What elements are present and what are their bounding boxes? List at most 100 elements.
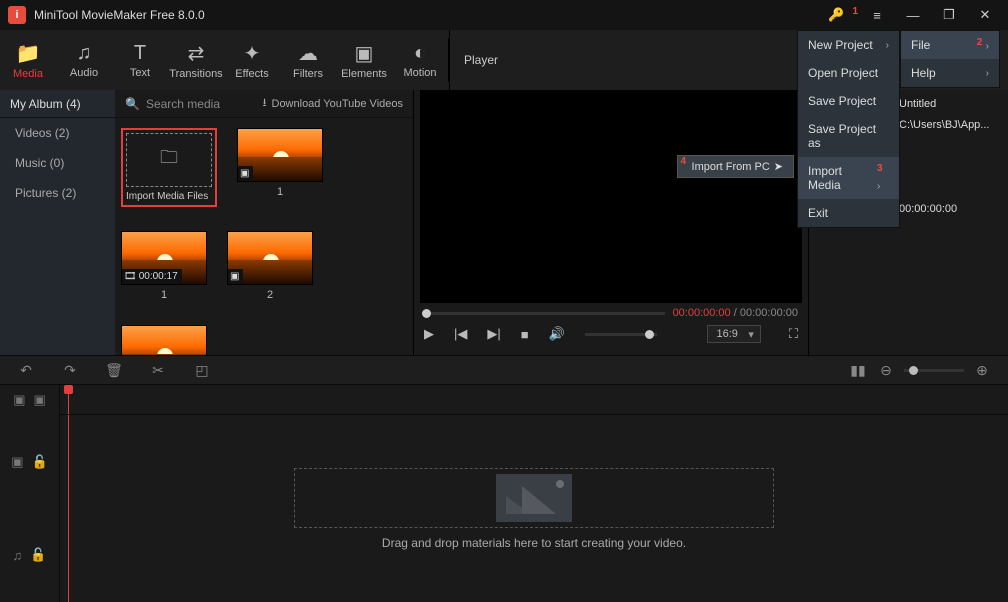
chevron-right-icon: › [986, 68, 989, 79]
unlock2-icon[interactable]: 🔓 [30, 547, 46, 563]
filters-icon: ☁ [298, 41, 318, 66]
redo-button[interactable]: ↷ [60, 362, 80, 379]
menu-save-project-as[interactable]: Save Project as [798, 115, 899, 157]
thumb-label: 1 [277, 186, 283, 198]
zoom-in-button[interactable]: ⊕ [972, 362, 992, 379]
unlock-icon[interactable]: 🔓 [32, 454, 48, 470]
info-path: C:\Users\BJ\App... [899, 119, 998, 131]
next-frame-button[interactable]: ▶| [487, 326, 500, 342]
menu-file[interactable]: File2 › [901, 31, 999, 59]
time-current: 00:00:00:00 [673, 307, 731, 319]
tab-label: Audio [70, 67, 98, 79]
search-placeholder: Search media [146, 97, 220, 111]
maximize-button[interactable]: ❐ [932, 1, 966, 29]
zoom-slider[interactable] [904, 369, 964, 372]
minimize-button[interactable]: — [896, 1, 930, 29]
key-icon[interactable]: 🔑 [828, 7, 844, 23]
thumb-duration: 00:00:17 [139, 271, 178, 282]
tab-label: Elements [341, 68, 387, 80]
effects-icon: ✦ [244, 41, 261, 66]
app-icon: i [8, 6, 26, 24]
media-thumb[interactable]: ▣ 1 [237, 128, 323, 207]
stop-button[interactable]: ■ [521, 327, 529, 342]
tab-audio[interactable]: ♫ Audio [56, 30, 112, 90]
hamburger-menu-button[interactable]: ≡ [860, 1, 894, 29]
tab-label: Effects [235, 68, 268, 80]
track-toggle2-icon[interactable]: ▣ [34, 392, 46, 408]
delete-button[interactable]: 🗑 [104, 362, 124, 379]
sidebar-item-music[interactable]: Music (0) [0, 148, 115, 178]
chevron-right-icon: › [886, 40, 889, 51]
tab-transitions[interactable]: ⇄ Transitions [168, 30, 224, 90]
tab-text[interactable]: T Text [112, 30, 168, 90]
media-thumb[interactable]: ▣ 2 [227, 231, 313, 301]
download-youtube-button[interactable]: ⭳ Download YouTube Videos [263, 94, 403, 113]
menu-new-project[interactable]: New Project› [798, 31, 899, 59]
media-thumb[interactable]: 🎞00:00:35 2 [121, 325, 207, 355]
sidebar-item-videos[interactable]: Videos (2) [0, 118, 115, 148]
download-icon: ⭳ [263, 94, 267, 113]
tab-label: Transitions [169, 68, 222, 80]
download-label: Download YouTube Videos [272, 98, 404, 110]
close-button[interactable]: ✕ [968, 1, 1002, 29]
folder-icon: 📁 [16, 41, 41, 66]
note-icon: ♫ [77, 42, 92, 65]
play-button[interactable]: ▶ [424, 326, 434, 342]
tab-motion[interactable]: ◐Motion [392, 30, 448, 90]
image-icon: ▣ [240, 168, 249, 179]
thumb-label: 2 [267, 289, 273, 301]
file-menu-dropdown: File2 › Help› [900, 30, 1000, 88]
search-input[interactable]: 🔍 Search media [125, 97, 220, 111]
volume-icon[interactable]: 🔊 [549, 326, 565, 342]
tab-elements[interactable]: ▣ Elements [336, 30, 392, 90]
cursor-icon: ➤ [774, 160, 783, 173]
aspect-ratio-select[interactable]: 16:9 [707, 325, 760, 343]
timeline-ruler[interactable] [60, 385, 1008, 415]
marker-3: 3 [877, 163, 883, 174]
import-from-pc-menu-item[interactable]: 4 Import From PC ➤ [677, 155, 794, 178]
menu-exit[interactable]: Exit [798, 199, 899, 227]
menu-help[interactable]: Help› [901, 59, 999, 87]
menu-import-media[interactable]: Import Media3 › [798, 157, 899, 199]
import-tile-label: Import Media Files [126, 191, 212, 202]
chevron-right-icon: › [877, 181, 880, 192]
seek-slider[interactable] [424, 312, 665, 315]
elements-icon: ▣ [355, 41, 374, 66]
volume-slider[interactable] [585, 333, 657, 336]
marker-tool[interactable]: ▮▮ [848, 362, 868, 379]
undo-button[interactable]: ↶ [16, 362, 36, 379]
crop-button[interactable]: ◰ [192, 362, 212, 379]
prev-frame-button[interactable]: |◀ [454, 326, 467, 342]
motion-icon: ◐ [414, 42, 426, 65]
transitions-icon: ⇄ [188, 41, 205, 66]
tab-filters[interactable]: ☁ Filters [280, 30, 336, 90]
split-button[interactable]: ✂ [148, 362, 168, 379]
fullscreen-button[interactable]: ⛶ [789, 326, 798, 342]
folder-placeholder-icon: 🗀 [160, 145, 178, 175]
album-header[interactable]: My Album (4) [0, 90, 115, 118]
image-icon: ▣ [230, 271, 239, 282]
marker-1: 1 [852, 6, 858, 17]
sidebar-item-pictures[interactable]: Pictures (2) [0, 178, 115, 208]
timeline-drop-zone[interactable] [294, 468, 774, 528]
text-icon: T [134, 42, 146, 65]
import-media-tile[interactable]: 🗀 Import Media Files [121, 128, 217, 207]
lock-icon[interactable]: ▣ [11, 454, 23, 470]
tab-label: Text [130, 67, 150, 79]
tab-label: Filters [293, 68, 323, 80]
track-toggle-icon[interactable]: ▣ [13, 392, 25, 408]
media-thumb[interactable]: 🎞00:00:17 1 [121, 231, 207, 301]
menu-open-project[interactable]: Open Project [798, 59, 899, 87]
menu-save-project[interactable]: Save Project [798, 87, 899, 115]
search-icon: 🔍 [125, 97, 140, 111]
tab-media[interactable]: 📁Media [0, 30, 56, 90]
app-title: MiniTool MovieMaker Free 8.0.0 [34, 8, 828, 22]
marker-4: 4 [681, 156, 687, 167]
main-menu-dropdown: New Project› Open Project Save Project S… [797, 30, 900, 228]
tab-effects[interactable]: ✦ Effects [224, 30, 280, 90]
audio-track-icon[interactable]: ♫ [13, 548, 23, 563]
placeholder-thumb [496, 474, 572, 522]
player-viewport: 4 Import From PC ➤ [420, 90, 802, 303]
zoom-out-button[interactable]: ⊖ [876, 362, 896, 379]
info-name: Untitled [899, 98, 998, 110]
